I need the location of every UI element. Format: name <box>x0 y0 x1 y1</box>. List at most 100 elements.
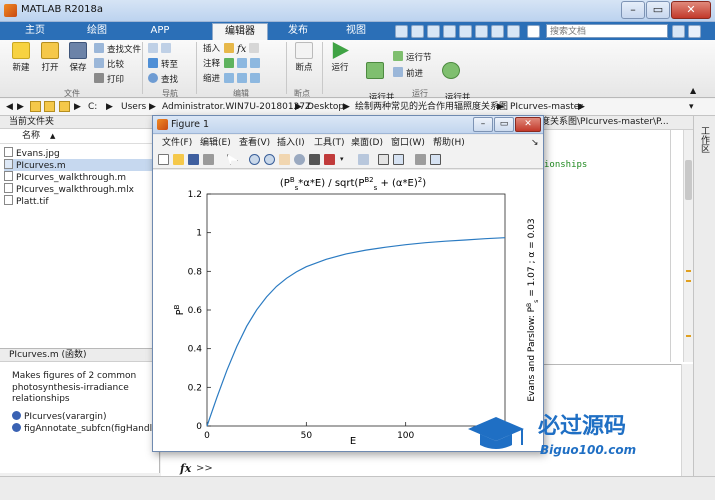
breadcrumb-administrator[interactable]: Administrator.WIN7U-20180127Z <box>162 99 311 115</box>
file-row-picurves-m[interactable]: PIcurves.m <box>4 159 154 171</box>
insert-colorbar-icon[interactable] <box>378 154 389 165</box>
breadcrumb-users[interactable]: Users <box>121 99 146 115</box>
find-files-button[interactable]: 查找文件 <box>94 43 141 56</box>
forward-arrow-icon[interactable]: ▶ <box>17 99 24 115</box>
pan-hand-icon[interactable] <box>279 154 290 165</box>
file-row-evans-jpg[interactable]: Evans.jpg <box>4 147 154 159</box>
save-button[interactable]: 保存 <box>64 42 92 73</box>
figure-window[interactable]: Figure 1 – ▭ ✕ 文件(F) 编辑(E) 查看(V) 插入(I) 工… <box>152 115 544 452</box>
insert-button[interactable]: 插入 <box>203 43 220 56</box>
zoom-in-icon[interactable] <box>249 154 260 165</box>
goto-button[interactable]: 转至 <box>148 58 178 71</box>
menu-tools[interactable]: 工具(T) <box>314 135 345 151</box>
breadcrumb-drive[interactable]: C: <box>88 99 97 115</box>
show-plot-tools-icon[interactable] <box>430 154 441 165</box>
figure-title-bar[interactable]: Figure 1 – ▭ ✕ <box>153 116 543 134</box>
hide-plot-tools-icon[interactable] <box>415 154 426 165</box>
menu-dock-icon[interactable]: ↘ <box>531 135 539 151</box>
workspace-side-tab[interactable]: 工作区 <box>693 116 715 496</box>
rotate-3d-icon[interactable] <box>294 154 305 165</box>
compare-button[interactable]: 比较 <box>94 58 124 71</box>
zoom-out-icon[interactable] <box>264 154 275 165</box>
open-file-icon[interactable] <box>173 154 184 165</box>
warning-marker[interactable] <box>686 270 691 272</box>
indent-button[interactable]: 缩进 <box>203 73 220 86</box>
brush-dropdown-icon[interactable]: ▾ <box>340 154 351 165</box>
back-arrow-icon[interactable]: ◀ <box>6 99 13 115</box>
fx-function-browser-icon[interactable]: fx <box>180 462 191 475</box>
tab-editor[interactable]: 编辑器 <box>212 23 268 40</box>
menu-window[interactable]: 窗口(W) <box>391 135 425 151</box>
maximize-button[interactable]: ▭ <box>646 1 670 19</box>
search-documentation-input[interactable] <box>546 24 668 38</box>
search-dropdown-icon[interactable] <box>672 25 685 38</box>
insert-icons[interactable]: fx <box>224 43 262 56</box>
function-entry-picurves[interactable]: PIcurves(varargin) <box>12 411 107 422</box>
menu-insert[interactable]: 插入(I) <box>277 135 305 151</box>
cut-quick-icon[interactable] <box>411 25 424 38</box>
menu-file[interactable]: 文件(F) <box>162 135 192 151</box>
tab-apps[interactable]: APP <box>138 22 182 40</box>
figure-close-button[interactable]: ✕ <box>515 117 541 132</box>
breakpoints-button[interactable]: 断点 <box>290 42 318 73</box>
file-row-platt-tif[interactable]: Platt.tif <box>4 195 154 207</box>
redo-quick-icon[interactable] <box>475 25 488 38</box>
open-button[interactable]: 打开 <box>36 42 64 73</box>
breadcrumb-project-folder[interactable]: 绘制两种常见的光合作用辐照度关系图 <box>355 99 508 115</box>
new-figure-icon[interactable] <box>158 154 169 165</box>
new-button[interactable]: 新建 <box>6 42 36 73</box>
warning-marker[interactable] <box>686 280 691 282</box>
editor-scrollbar[interactable] <box>683 130 693 362</box>
breadcrumb-desktop[interactable]: Desktop <box>307 99 344 115</box>
switch-windows-icon[interactable] <box>491 25 504 38</box>
menu-view[interactable]: 查看(V) <box>239 135 270 151</box>
file-row-picurves-walkthrough-m[interactable]: PIcurves_walkthrough.m <box>4 171 154 183</box>
file-row-picurves-walkthrough-mlx[interactable]: PIcurves_walkthrough.mlx <box>4 183 154 195</box>
undo-quick-icon[interactable] <box>459 25 472 38</box>
tab-view[interactable]: 视图 <box>334 22 378 40</box>
bell-icon[interactable] <box>688 25 701 38</box>
scroll-thumb[interactable] <box>685 160 692 200</box>
figure-minimize-button[interactable]: – <box>473 117 493 132</box>
brush-icon[interactable] <box>324 154 335 165</box>
menu-help[interactable]: 帮助(H) <box>433 135 465 151</box>
breadcrumb-picurves-master[interactable]: PIcurves-master <box>510 99 583 115</box>
save-quick-icon[interactable] <box>395 25 408 38</box>
code-line[interactable]: ionships <box>544 160 587 170</box>
close-button[interactable]: ✕ <box>671 1 711 19</box>
command-scrollbar[interactable] <box>681 364 693 476</box>
figure-maximize-button[interactable]: ▭ <box>494 117 514 132</box>
up-folder-icon[interactable] <box>30 101 41 112</box>
minimize-button[interactable]: – <box>621 1 645 19</box>
comment-button[interactable]: 注释 <box>203 58 220 71</box>
menu-desktop[interactable]: 桌面(D) <box>351 135 383 151</box>
find-button[interactable]: 查找 <box>148 73 178 86</box>
help-quick-icon[interactable] <box>507 25 520 38</box>
menu-edit[interactable]: 编辑(E) <box>200 135 231 151</box>
data-cursor-icon[interactable] <box>309 154 320 165</box>
print-button[interactable]: 打印 <box>94 73 124 86</box>
edit-plot-arrow-icon[interactable] <box>227 154 238 165</box>
print-figure-icon[interactable] <box>203 154 214 165</box>
help-question-icon[interactable] <box>527 25 540 38</box>
tab-plots[interactable]: 绘图 <box>72 22 122 40</box>
comment-icons[interactable] <box>224 58 263 71</box>
link-plot-icon[interactable] <box>358 154 369 165</box>
nav-history-button[interactable] <box>148 43 174 56</box>
run-section-button[interactable]: 运行节 <box>393 51 432 64</box>
collapse-ribbon-icon[interactable]: ▲ <box>690 86 696 95</box>
advance-button[interactable]: 前进 <box>393 67 423 80</box>
save-figure-icon[interactable] <box>188 154 199 165</box>
warning-marker[interactable] <box>686 335 691 337</box>
browse-folder-icon[interactable] <box>44 101 55 112</box>
indent-icons[interactable] <box>224 73 263 86</box>
insert-legend-icon[interactable] <box>393 154 404 165</box>
address-dropdown-icon[interactable]: ▾ <box>689 99 694 115</box>
function-entry-figannotate[interactable]: figAnnotate_subfcn(figHandle, ... <box>12 423 172 434</box>
run-button[interactable]: 运行 <box>327 42 353 73</box>
copy-quick-icon[interactable] <box>427 25 440 38</box>
tab-publish[interactable]: 发布 <box>278 22 318 40</box>
paste-quick-icon[interactable] <box>443 25 456 38</box>
editor-path-tab[interactable]: 度关系图\PIcurves-master\P... <box>541 116 711 130</box>
tab-home[interactable]: 主页 <box>14 22 56 40</box>
